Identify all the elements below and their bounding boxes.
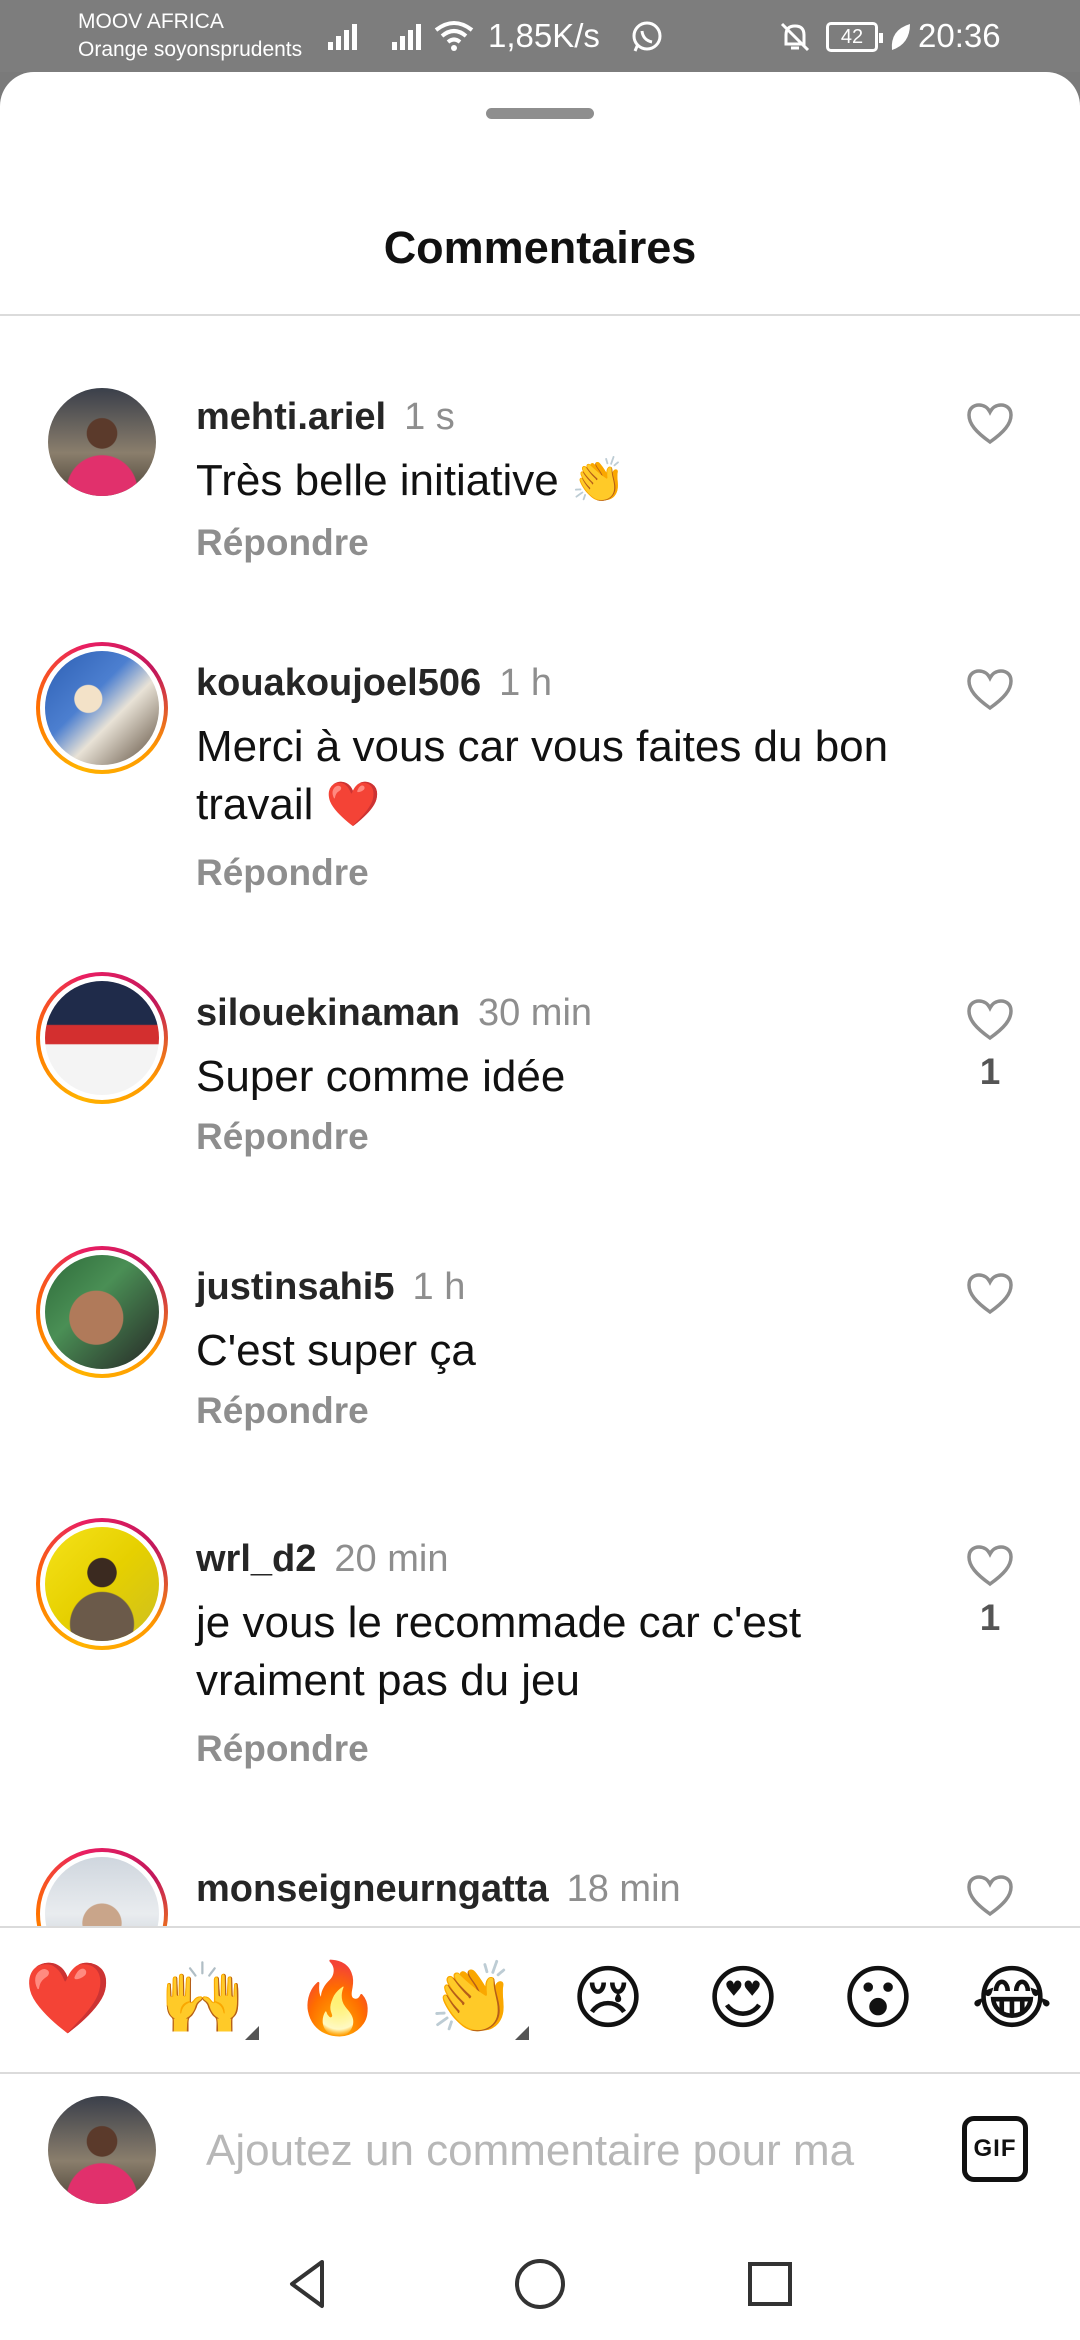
- comment-time: 20 min: [334, 1538, 449, 1580]
- carrier-info: MOOV AFRICA Orange soyonsprudents: [78, 8, 302, 64]
- avatar[interactable]: [48, 388, 156, 496]
- comment-header: kouakoujoel506 1 h: [196, 660, 552, 706]
- comment-text: Super comme idée: [196, 1052, 566, 1101]
- like-heart-icon[interactable]: [966, 668, 1014, 712]
- comments-list[interactable]: mehti.ariel 1 s Très belle initiative 👏 R…: [0, 388, 1080, 2000]
- comment-time: 1 h: [412, 1266, 466, 1308]
- mute-bell-icon: [780, 22, 810, 52]
- comment-text: C'est super ça: [196, 1326, 476, 1375]
- home-icon[interactable]: [508, 2252, 572, 2316]
- comment-username[interactable]: monseigneurngatta: [196, 1868, 549, 1910]
- comment-header: monseigneurngatta 18 min: [196, 1866, 681, 1912]
- comment-text: je vous le recommade car c'est vraiment …: [196, 1598, 802, 1705]
- like-count: 1: [979, 1051, 1001, 1092]
- comment-header: justinsahi5 1 h: [196, 1264, 465, 1310]
- skin-tone-indicator: [245, 2026, 259, 2040]
- comment-username[interactable]: silouekinaman: [196, 992, 460, 1034]
- emoji-heart-button[interactable]: ❤️: [20, 1950, 116, 2046]
- like-heart-icon[interactable]: [966, 1272, 1014, 1316]
- leaf-icon: [891, 24, 910, 50]
- signal-icon: [328, 22, 357, 50]
- avatar[interactable]: [36, 1246, 168, 1378]
- comment-text: Très belle initiative 👏: [196, 456, 626, 505]
- avatar[interactable]: [36, 972, 168, 1104]
- network-speed: 1,85K/s: [488, 17, 600, 54]
- reply-button[interactable]: Répondre: [196, 850, 369, 896]
- reply-button[interactable]: Répondre: [196, 1726, 369, 1772]
- emoji-fire-button[interactable]: 🔥: [290, 1950, 386, 2046]
- comment-header: wrl_d2 20 min: [196, 1536, 448, 1582]
- comment-username[interactable]: justinsahi5: [196, 1266, 395, 1308]
- comment-time: 1 h: [499, 662, 552, 704]
- like-heart-icon[interactable]: [966, 998, 1014, 1042]
- emoji-reaction-bar: ❤️ 🙌 🔥 👏 😢 😍 😮 😂: [0, 1928, 1080, 2072]
- clock: 20:36: [918, 17, 1001, 54]
- system-nav-bar: [0, 2224, 1080, 2340]
- header-divider: [0, 314, 1080, 316]
- emoji-surprised-button[interactable]: 😮: [830, 1950, 926, 2046]
- battery-indicator: 42: [826, 22, 883, 52]
- comment-input[interactable]: [206, 2116, 916, 2186]
- emoji-raising-hands-button[interactable]: 🙌: [155, 1950, 259, 2046]
- emoji-laughing-button[interactable]: 😂: [964, 1950, 1060, 2046]
- comment-time: 30 min: [477, 992, 593, 1034]
- emoji-heart-eyes-button[interactable]: 😍: [695, 1950, 791, 2046]
- gif-button[interactable]: GIF: [962, 2116, 1028, 2182]
- reply-button[interactable]: Répondre: [196, 1114, 369, 1160]
- like-heart-icon[interactable]: [966, 402, 1014, 446]
- recents-icon[interactable]: [738, 2252, 802, 2316]
- emoji-raising-hands-glyph: 🙌: [159, 1957, 247, 2039]
- emoji-clapping-button[interactable]: 👏: [425, 1950, 529, 2046]
- avatar[interactable]: [36, 642, 168, 774]
- sheet-title: Commentaires: [383, 222, 697, 273]
- my-avatar: [48, 2096, 156, 2204]
- skin-tone-indicator: [515, 2026, 529, 2040]
- drag-handle[interactable]: [486, 108, 594, 119]
- comment-username[interactable]: mehti.ariel: [196, 396, 386, 438]
- whatsapp-icon: [632, 21, 662, 52]
- back-icon[interactable]: [276, 2252, 340, 2316]
- like-count: 1: [979, 1597, 1001, 1638]
- comment-time: 18 min: [566, 1868, 681, 1910]
- reply-button[interactable]: Répondre: [196, 1388, 369, 1434]
- carrier-name: MOOV AFRICA: [78, 10, 224, 33]
- carrier-name-secondary: Orange soyonsprudents: [78, 38, 303, 61]
- emoji-crying-button[interactable]: 😢: [560, 1950, 656, 2046]
- comment-username[interactable]: kouakoujoel506: [196, 662, 481, 704]
- comment-header: mehti.ariel 1 s: [196, 394, 455, 440]
- status-bar: MOOV AFRICA Orange soyonsprudents 1,85K/…: [0, 0, 1080, 72]
- wifi-icon: [434, 21, 474, 51]
- comment-time: 1 s: [404, 396, 455, 438]
- comment-header: silouekinaman 30 min: [196, 990, 592, 1036]
- comment-input-bar: GIF: [0, 2074, 1080, 2224]
- comment-username[interactable]: wrl_d2: [196, 1538, 316, 1580]
- signal-icon: [392, 22, 421, 50]
- like-heart-icon[interactable]: [966, 1544, 1014, 1588]
- like-heart-icon[interactable]: [966, 1874, 1014, 1918]
- avatar[interactable]: [36, 1518, 168, 1650]
- reply-button[interactable]: Répondre: [196, 520, 369, 566]
- comment-text: Merci à vous car vous faites du bon trav…: [196, 722, 889, 829]
- emoji-clapping-glyph: 👏: [429, 1957, 517, 2039]
